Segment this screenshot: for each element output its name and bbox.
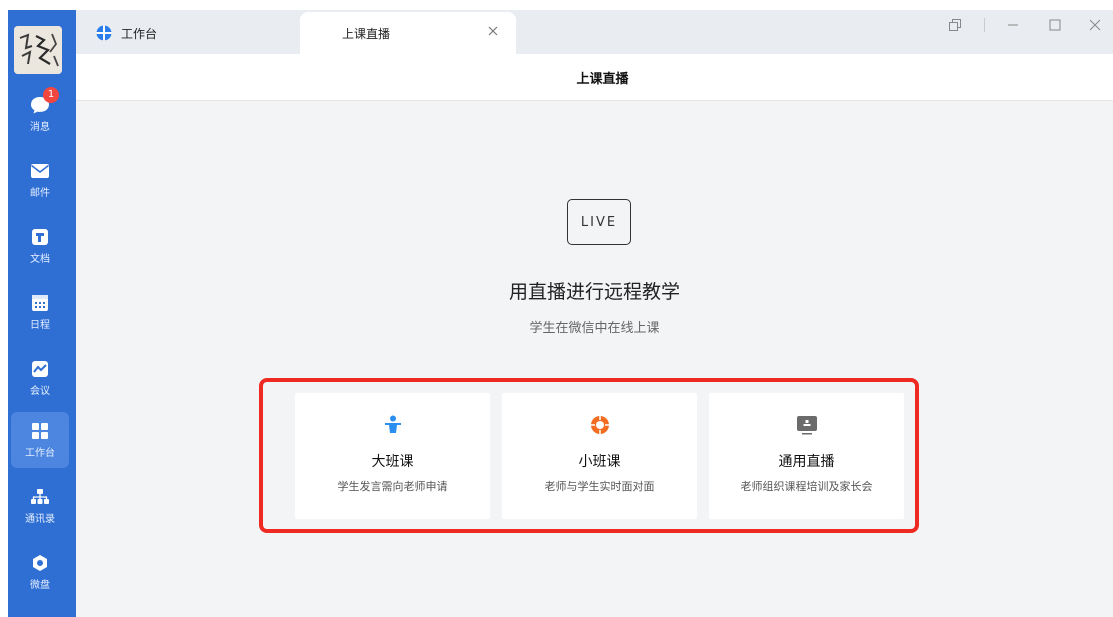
mail-icon (29, 160, 51, 182)
card-title: 大班课 (371, 454, 414, 470)
teacher-podium-icon (295, 415, 490, 435)
live-badge-icon: LIVE (567, 199, 631, 245)
sidebar-item-workbench[interactable]: 工作台 (11, 412, 69, 468)
calendar-icon (29, 292, 51, 314)
document-icon (29, 226, 51, 248)
sidebar-item-drive[interactable]: 微盘 (11, 544, 69, 600)
sidebar-item-contacts[interactable]: 通讯录 (11, 478, 69, 534)
close-icon[interactable] (486, 24, 500, 38)
maximize-icon[interactable] (1042, 10, 1068, 40)
tab-label: 上课直播 (342, 26, 391, 41)
popout-window-icon[interactable] (942, 10, 968, 40)
tab-live-class[interactable]: 上课直播 (300, 12, 516, 54)
card-title: 通用直播 (778, 454, 835, 470)
avatar[interactable] (14, 26, 62, 74)
workbench-logo-icon (96, 25, 112, 41)
card-desc: 老师组织课程培训及家长会 (740, 480, 873, 493)
monitor-icon (709, 415, 904, 435)
sidebar-item-calendar[interactable]: 日程 (11, 284, 69, 340)
subheadline: 学生在微信中在线上课 (529, 321, 660, 336)
meeting-icon (29, 358, 51, 380)
sidebar-item-mail[interactable]: 邮件 (11, 152, 69, 208)
sidebar-item-label: 会议 (30, 386, 50, 397)
window-control-divider (984, 18, 985, 32)
card-desc: 学生发言需向老师申请 (337, 480, 448, 493)
sidebar-item-label: 日程 (30, 320, 50, 331)
chat-bubble-icon: 1 (29, 87, 59, 116)
sidebar-item-label: 通讯录 (25, 514, 55, 525)
main-content: LIVE 用直播进行远程教学 学生在微信中在线上课 大班课 学生发言需向老师申请… (76, 101, 1113, 617)
sidebar-item-docs[interactable]: 文档 (11, 218, 69, 274)
tab-label: 工作台 (121, 26, 158, 41)
drive-icon (29, 552, 51, 574)
sidebar-item-label: 消息 (30, 122, 50, 133)
orange-circle-icon (502, 415, 697, 435)
sidebar-item-meeting[interactable]: 会议 (11, 350, 69, 406)
sidebar: 1 消息 邮件 文档 日程 会议 工作台 通讯录 微盘 (8, 10, 76, 617)
tab-bar: 工作台 上课直播 (76, 10, 1113, 54)
card-title: 小班课 (578, 454, 621, 470)
contacts-org-icon (29, 486, 51, 508)
sidebar-item-messages[interactable]: 1 消息 (11, 86, 69, 142)
sidebar-item-label: 工作台 (25, 448, 55, 459)
sidebar-item-label: 文档 (30, 254, 50, 265)
card-desc: 老师与学生实时面对面 (544, 480, 655, 493)
card-small-class[interactable]: 小班课 老师与学生实时面对面 (502, 393, 697, 519)
window-close-icon[interactable] (1082, 10, 1108, 40)
sidebar-item-label: 微盘 (30, 580, 50, 591)
sidebar-item-label: 邮件 (30, 188, 50, 199)
tab-workbench[interactable]: 工作台 (96, 12, 157, 54)
page-title: 上课直播 (576, 71, 629, 87)
card-general-live[interactable]: 通用直播 老师组织课程培训及家长会 (709, 393, 904, 519)
minimize-icon[interactable] (1000, 10, 1026, 40)
workbench-grid-icon (29, 420, 51, 442)
unread-badge: 1 (43, 87, 59, 103)
page-header: 上课直播 (76, 54, 1113, 101)
headline: 用直播进行远程教学 (508, 281, 680, 303)
card-large-class[interactable]: 大班课 学生发言需向老师申请 (295, 393, 490, 519)
